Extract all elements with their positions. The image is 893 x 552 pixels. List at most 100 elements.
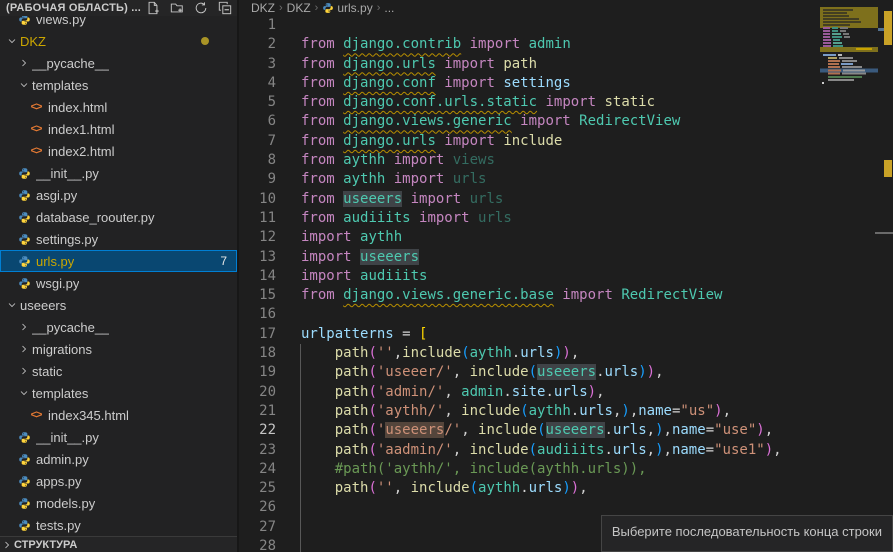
html-file-icon: <> — [28, 143, 44, 159]
code-line-8[interactable]: 8from aythh import views — [241, 151, 893, 170]
line-number: 21 — [241, 402, 276, 421]
code-area[interactable]: 12from django.contrib import admin3from … — [241, 16, 893, 552]
tree-item--pycache-[interactable]: __pycache__ — [0, 316, 237, 338]
line-number: 19 — [241, 363, 276, 382]
problems-count-badge: 7 — [220, 254, 227, 268]
code-line-25[interactable]: 25 path('', include(aythh.urls)), — [241, 479, 893, 498]
code-line-6[interactable]: 6from django.views.generic import Redire… — [241, 112, 893, 131]
tree-item-admin-py[interactable]: admin.py — [0, 448, 237, 470]
explorer-header: (РАБОЧАЯ ОБЛАСТЬ) ... — [0, 0, 237, 16]
ruler-cursor-mark — [878, 28, 884, 31]
code-line-14[interactable]: 14import audiiits — [241, 267, 893, 286]
tree-item-index345-html[interactable]: <> index345.html — [0, 404, 237, 426]
tree-item-label: __init__.py — [36, 166, 99, 181]
tree-item-apps-py[interactable]: apps.py — [0, 470, 237, 492]
chevron-right-icon — [16, 341, 32, 357]
code-line-1[interactable]: 1 — [241, 16, 893, 35]
tree-item-migrations[interactable]: migrations — [0, 338, 237, 360]
code-line-13[interactable]: 13import useeers — [241, 248, 893, 267]
new-folder-icon[interactable] — [169, 0, 185, 16]
tree-item-label: useeers — [20, 298, 66, 313]
tree-item-index2-html[interactable]: <>index2.html — [0, 140, 237, 162]
code-line-7[interactable]: 7from django.urls import include — [241, 132, 893, 151]
python-file-icon — [16, 187, 32, 203]
python-file-icon — [16, 165, 32, 181]
line-number: 27 — [241, 518, 276, 537]
code-line-9[interactable]: 9from aythh import urls — [241, 170, 893, 189]
code-line-10[interactable]: 10from useeers import urls — [241, 190, 893, 209]
tree-item-label: settings.py — [36, 232, 98, 247]
breadcrumb: DKZ›DKZ›urls.py›... — [241, 0, 893, 16]
code-line-20[interactable]: 20 path('admin/', admin.site.urls), — [241, 383, 893, 402]
chevron-right-icon — [16, 319, 32, 335]
tree-item-wsgi-py[interactable]: wsgi.py — [0, 272, 237, 294]
breadcrumb-item[interactable]: urls.py — [322, 1, 372, 15]
tree-item-templates[interactable]: templates — [0, 382, 237, 404]
line-number: 1 — [241, 16, 276, 35]
code-line-22[interactable]: 22 path('useeers/', include(useeers.urls… — [241, 421, 893, 440]
tree-item-settings-py[interactable]: settings.py — [0, 228, 237, 250]
tree-item-database-roouter-py[interactable]: database_roouter.py — [0, 206, 237, 228]
code-line-19[interactable]: 19 path('useeer/', include(useeers.urls)… — [241, 363, 893, 382]
breadcrumb-separator: › — [376, 2, 382, 14]
code-line-15[interactable]: 15from django.views.generic.base import … — [241, 286, 893, 305]
tree-item-dkz[interactable]: DKZ — [0, 30, 237, 52]
python-file-icon — [16, 253, 32, 269]
breadcrumb-item[interactable]: DKZ — [251, 1, 275, 15]
code-text: path('aythh/', include(aythh.urls,),name… — [301, 402, 731, 421]
code-line-18[interactable]: 18 path('',include(aythh.urls)), — [241, 344, 893, 363]
ruler-warning-mark — [884, 160, 892, 177]
chevron-down-icon — [16, 77, 32, 93]
html-file-icon: <> — [28, 407, 44, 423]
tree-item-index1-html[interactable]: <>index1.html — [0, 118, 237, 140]
breadcrumb-item[interactable]: ... — [384, 1, 394, 15]
tree-item-tests-py[interactable]: tests.py — [0, 514, 237, 536]
new-file-icon[interactable] — [145, 0, 161, 16]
breadcrumb-item[interactable]: DKZ — [287, 1, 311, 15]
tree-item-templates[interactable]: templates — [0, 74, 237, 96]
tree-item--init-py[interactable]: __init__.py — [0, 162, 237, 184]
code-line-21[interactable]: 21 path('aythh/', include(aythh.urls,),n… — [241, 402, 893, 421]
tree-item-label: index.html — [48, 100, 107, 115]
tree-item-useeers[interactable]: useeers — [0, 294, 237, 316]
refresh-icon[interactable] — [193, 0, 209, 16]
tree-item--pycache-[interactable]: __pycache__ — [0, 52, 237, 74]
collapse-all-icon[interactable] — [217, 0, 233, 16]
code-line-23[interactable]: 23 path('aadmin/', include(audiiits.urls… — [241, 441, 893, 460]
outline-section-label: СТРУКТУРА — [14, 539, 77, 551]
code-text: import audiiits — [301, 267, 427, 286]
code-line-16[interactable]: 16 — [241, 305, 893, 324]
workspace-title: (РАБОЧАЯ ОБЛАСТЬ) ... — [6, 2, 141, 14]
tree-item-static[interactable]: static — [0, 360, 237, 382]
tree-item-urls-py[interactable]: urls.py 7 — [0, 250, 237, 272]
code-line-24[interactable]: 24 #path('aythh/', include(aythh.urls)), — [241, 460, 893, 479]
chevron-right-icon — [0, 539, 14, 551]
code-line-5[interactable]: 5from django.conf.urls.static import sta… — [241, 93, 893, 112]
tree-item-label: models.py — [36, 496, 95, 511]
code-line-3[interactable]: 3from django.urls import path — [241, 55, 893, 74]
breadcrumb-separator: › — [278, 2, 284, 14]
code-line-4[interactable]: 4from django.conf import settings — [241, 74, 893, 93]
tree-item-label: index1.html — [48, 122, 114, 137]
line-number: 26 — [241, 498, 276, 517]
tree-item--init-py[interactable]: __init__.py — [0, 426, 237, 448]
line-number: 3 — [241, 55, 276, 74]
line-number: 7 — [241, 132, 276, 151]
minimap[interactable] — [820, 3, 878, 115]
tree-item-label: templates — [32, 78, 88, 93]
tree-item-label: index345.html — [48, 408, 129, 423]
chevron-down-icon — [4, 297, 20, 313]
chevron-right-icon — [16, 363, 32, 379]
code-line-17[interactable]: 17urlpatterns = [ — [241, 325, 893, 344]
outline-section-header[interactable]: СТРУКТУРА — [0, 536, 237, 552]
tree-item-label: urls.py — [36, 254, 74, 269]
python-file-icon — [16, 473, 32, 489]
tree-item-index-html[interactable]: <>index.html — [0, 96, 237, 118]
tree-item-asgi-py[interactable]: asgi.py — [0, 184, 237, 206]
code-line-2[interactable]: 2from django.contrib import admin — [241, 35, 893, 54]
code-line-11[interactable]: 11from audiiits import urls — [241, 209, 893, 228]
tree-item-models-py[interactable]: models.py — [0, 492, 237, 514]
tree-item-label: DKZ — [20, 34, 46, 49]
code-line-12[interactable]: 12import aythh — [241, 228, 893, 247]
overview-ruler[interactable] — [878, 0, 893, 552]
